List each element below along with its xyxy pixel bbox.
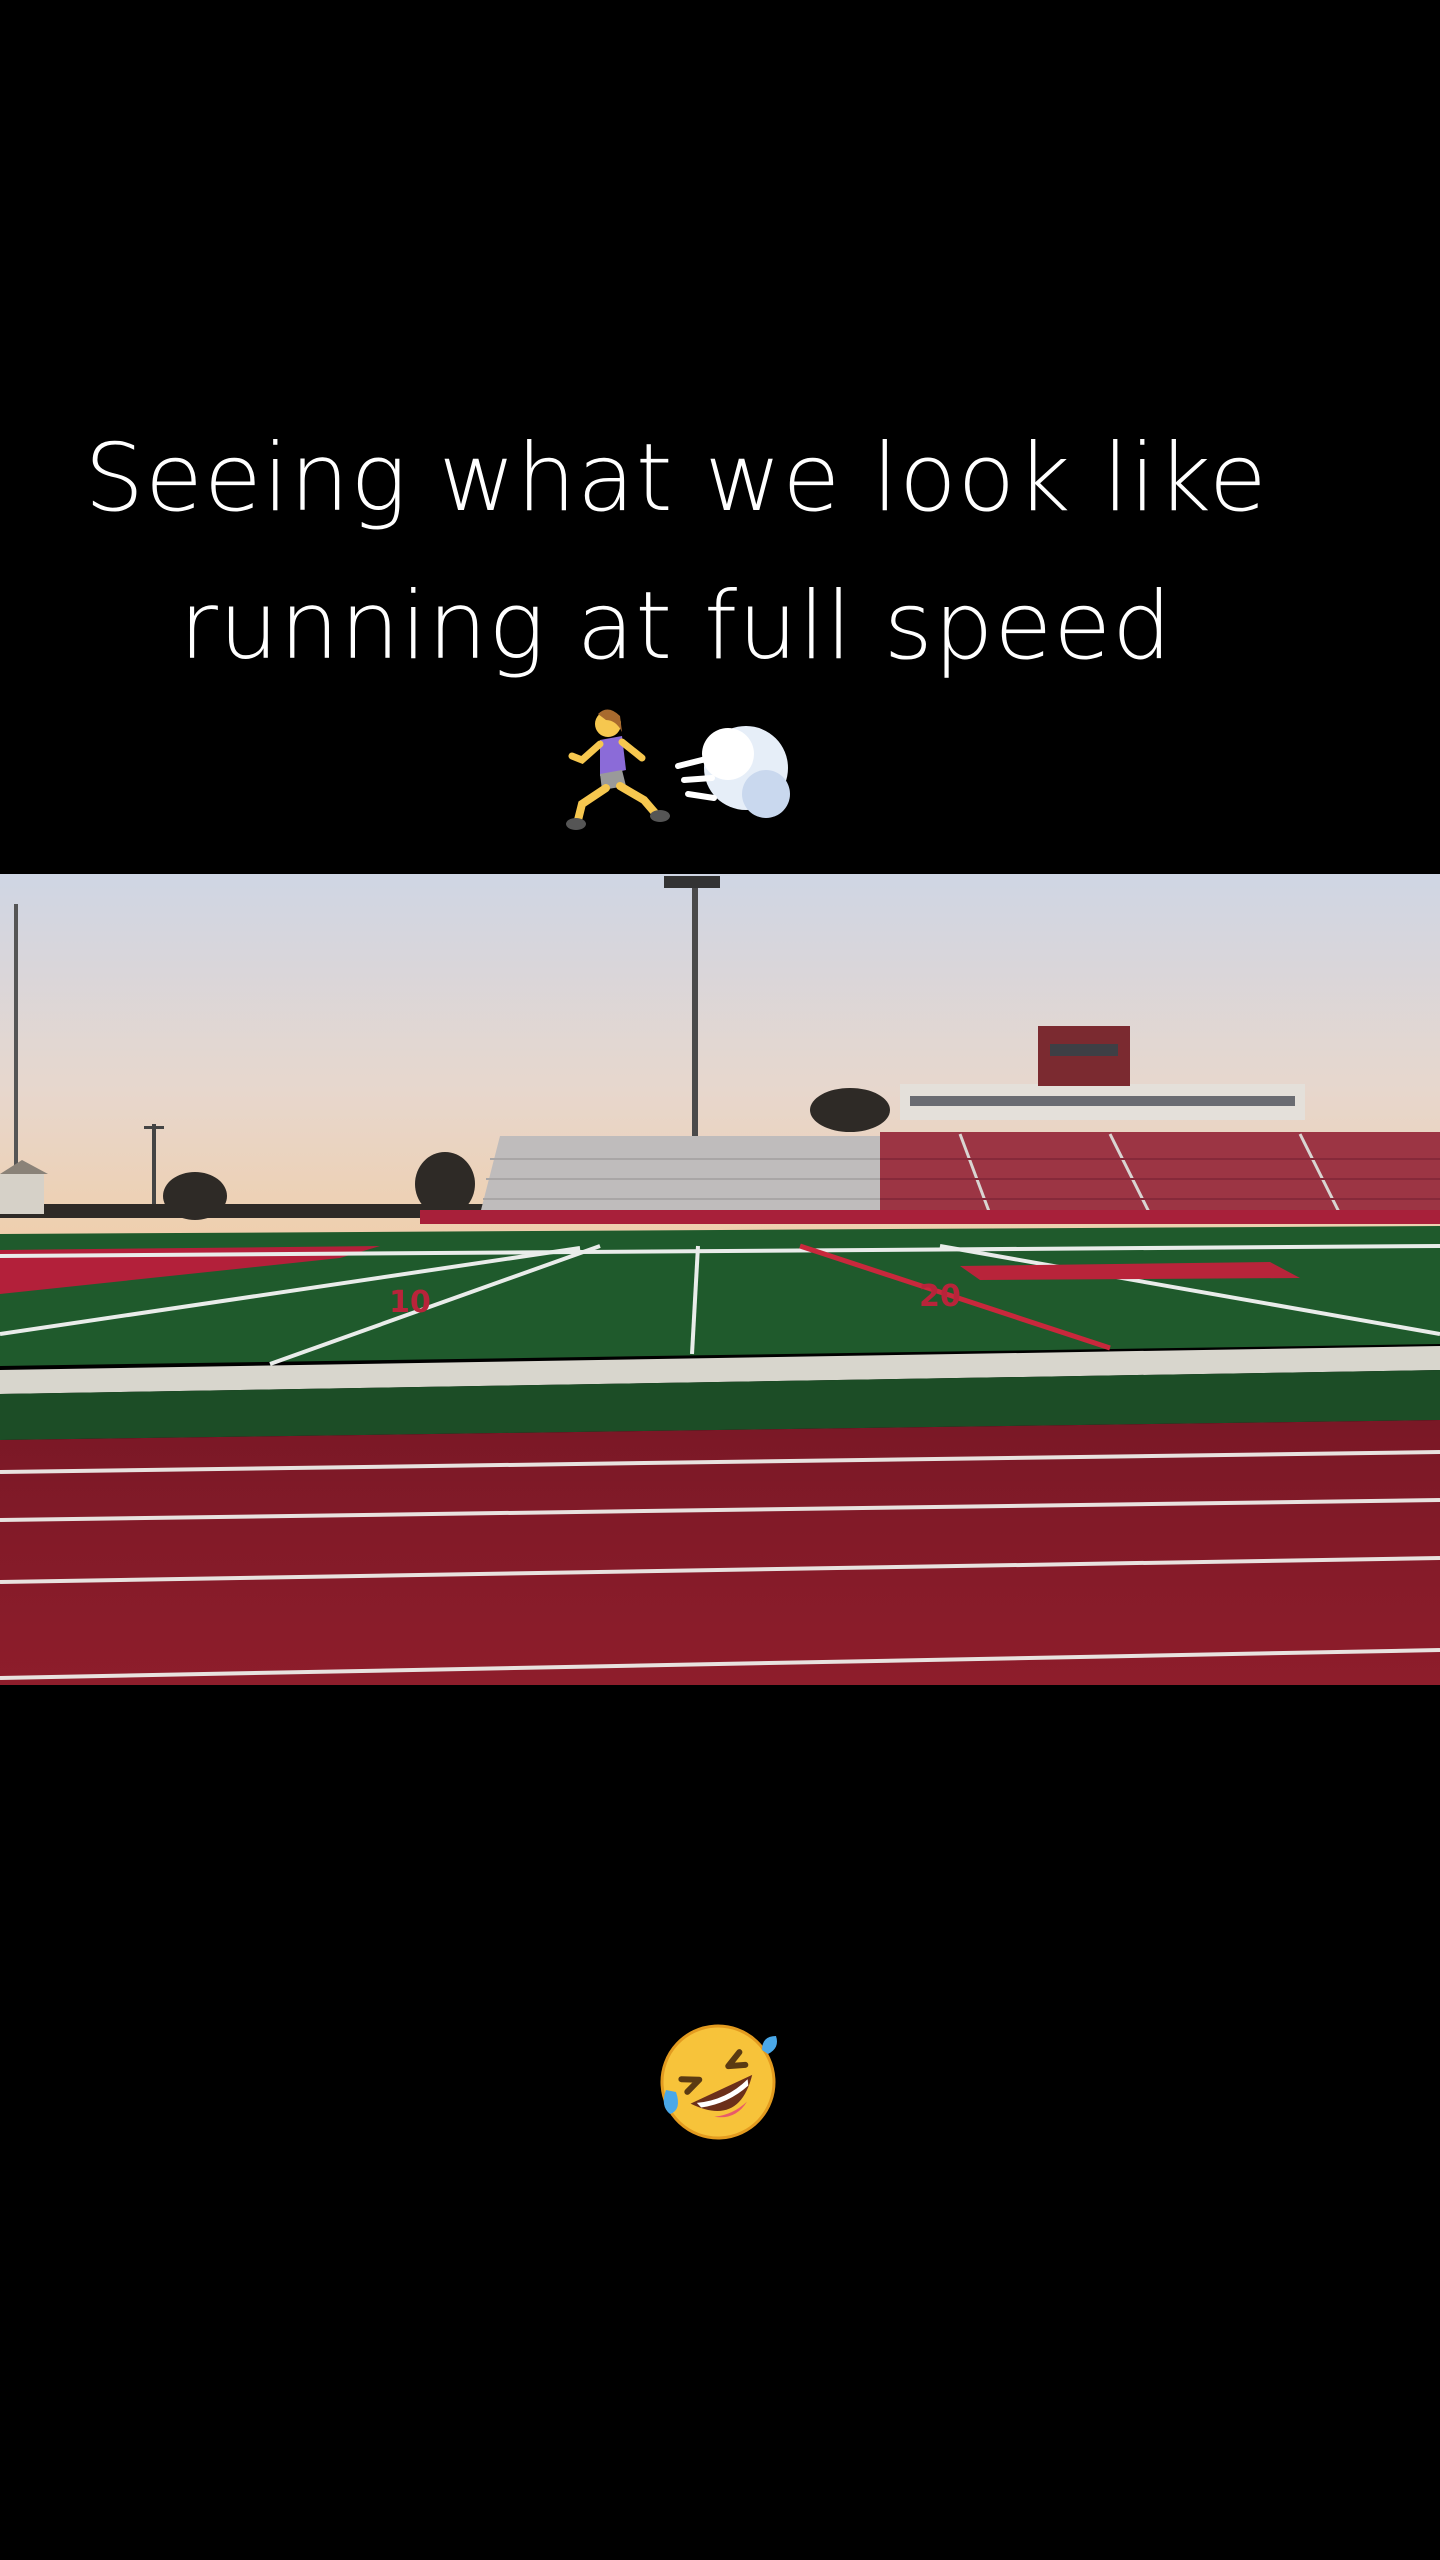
rolling-on-floor-laughing-icon: [660, 2024, 777, 2140]
football-field: [0, 1226, 1440, 1366]
video-frame[interactable]: 10 20: [0, 874, 1440, 1685]
caption-text: Seeing what we look like running at full…: [0, 405, 1352, 701]
yard-marker-20: 20: [919, 1279, 961, 1314]
caption-line-2: running at full speed: [179, 572, 1173, 681]
stadium-scene: 10 20: [0, 874, 1440, 1685]
woman-running-icon: [566, 709, 670, 830]
reaction-emoji: [656, 2020, 780, 2144]
running-track: [0, 1420, 1440, 1685]
dashing-away-icon: [675, 726, 790, 818]
caption-emojis: [560, 706, 800, 836]
caption-line-1: Seeing what we look like: [84, 424, 1268, 533]
yard-marker-10: 10: [389, 1285, 431, 1320]
